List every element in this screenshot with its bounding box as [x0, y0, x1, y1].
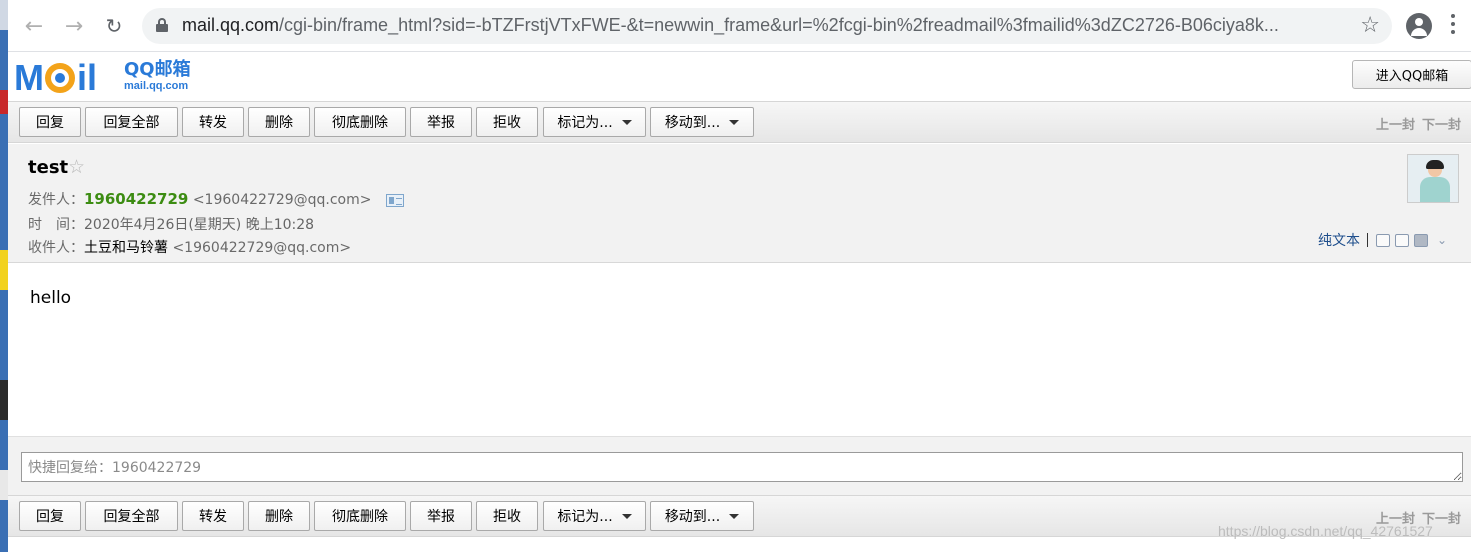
quick-reply-panel: [8, 436, 1471, 495]
back-arrow-icon[interactable]: ←: [20, 12, 48, 40]
sender-avatar[interactable]: [1407, 154, 1459, 203]
move-to-label: 移动到...: [664, 509, 721, 525]
reply-button[interactable]: 回复: [19, 501, 81, 531]
recipient-name[interactable]: 土豆和马铃薯: [84, 240, 168, 256]
from-row: 发件人：1960422729 <1960422729@qq.com>: [28, 189, 404, 209]
plain-text-link[interactable]: 纯文本: [1318, 230, 1360, 250]
reply-all-button[interactable]: 回复全部: [85, 501, 178, 531]
mark-as-dropdown[interactable]: 标记为...: [543, 107, 646, 137]
mail-content: hello: [30, 288, 72, 308]
mark-as-dropdown[interactable]: 标记为...: [543, 501, 646, 531]
divider: [1367, 233, 1368, 247]
reload-icon[interactable]: ↻: [100, 12, 128, 40]
print-icon[interactable]: [1414, 233, 1428, 247]
mail-toolbar-top: 回复 回复全部 转发 删除 彻底删除 举报 拒收 标记为... 移动到... 上…: [8, 101, 1471, 143]
delete-button[interactable]: 删除: [248, 107, 310, 137]
enter-qqmail-button[interactable]: 进入QQ邮箱: [1352, 60, 1471, 89]
browser-toolbar: ← → ↻ mail.qq.com/cgi-bin/frame_html?sid…: [8, 0, 1471, 52]
watermark: https://blog.csdn.net/qq_42761527: [1218, 523, 1433, 539]
url-text[interactable]: mail.qq.com/cgi-bin/frame_html?sid=-bTZF…: [182, 15, 1342, 36]
browser-menu-icon[interactable]: [1451, 14, 1455, 36]
forward-arrow-icon[interactable]: →: [60, 12, 88, 40]
address-bar[interactable]: mail.qq.com/cgi-bin/frame_html?sid=-bTZF…: [142, 8, 1392, 44]
logo-text: QQ邮箱 mail.qq.com: [124, 59, 191, 93]
time-value: 2020年4月26日(星期天) 晚上10:28: [84, 217, 315, 233]
desktop-edge: [0, 0, 8, 552]
to-label: 收件人：: [28, 240, 84, 256]
delete-permanent-button[interactable]: 彻底删除: [314, 107, 406, 137]
report-button[interactable]: 举报: [410, 501, 472, 531]
move-to-dropdown[interactable]: 移动到...: [650, 501, 754, 531]
from-label: 发件人：: [28, 192, 84, 208]
caret-down-icon: [729, 513, 740, 519]
pager: 上一封 下一封: [1376, 114, 1468, 133]
caret-down-icon: [729, 119, 740, 125]
mail-body: hello: [8, 264, 1471, 436]
recipient-address: <1960422729@qq.com>: [172, 240, 352, 256]
caret-down-icon: [621, 119, 632, 125]
note-icon[interactable]: [1376, 233, 1390, 247]
expand-chevron-icon[interactable]: ⌄: [1437, 233, 1447, 247]
delete-permanent-button[interactable]: 彻底删除: [314, 501, 406, 531]
move-to-label: 移动到...: [664, 115, 721, 131]
bookmark-star-icon[interactable]: ☆: [1360, 13, 1380, 38]
star-icon[interactable]: ☆: [68, 156, 85, 178]
reject-button[interactable]: 拒收: [476, 107, 538, 137]
delete-button[interactable]: 删除: [248, 501, 310, 531]
mail-info-panel: test ☆ 发件人：1960422729 <1960422729@qq.com…: [8, 144, 1471, 263]
sender-address: <1960422729@qq.com>: [192, 192, 372, 208]
reject-button[interactable]: 拒收: [476, 501, 538, 531]
forward-button[interactable]: 转发: [182, 501, 244, 531]
to-row: 收件人：土豆和马铃薯 <1960422729@qq.com>: [28, 237, 351, 257]
mail-actions: 纯文本 ⌄: [1318, 230, 1447, 250]
contact-card-icon[interactable]: [385, 193, 404, 207]
quick-reply-input[interactable]: [21, 452, 1463, 482]
profile-avatar-icon[interactable]: [1406, 13, 1432, 39]
caret-down-icon: [621, 513, 632, 519]
prev-mail-link[interactable]: 上一封: [1376, 118, 1415, 133]
time-label: 时 间：: [28, 217, 84, 233]
time-row: 时 间：2020年4月26日(星期天) 晚上10:28: [28, 214, 314, 234]
lock-icon[interactable]: [156, 18, 168, 32]
download-icon[interactable]: [1395, 233, 1409, 247]
reply-button[interactable]: 回复: [19, 107, 81, 137]
mail-header: Mil QQ邮箱 mail.qq.com 进入QQ邮箱: [8, 52, 1471, 100]
report-button[interactable]: 举报: [410, 107, 472, 137]
reply-all-button[interactable]: 回复全部: [85, 107, 178, 137]
mail-subject: test: [28, 157, 69, 178]
mark-as-label: 标记为...: [557, 509, 613, 525]
qqmail-logo[interactable]: Mil: [14, 58, 97, 96]
move-to-dropdown[interactable]: 移动到...: [650, 107, 754, 137]
mark-as-label: 标记为...: [557, 115, 613, 131]
forward-button[interactable]: 转发: [182, 107, 244, 137]
sender-name[interactable]: 1960422729: [84, 190, 188, 208]
next-mail-link[interactable]: 下一封: [1422, 118, 1461, 133]
